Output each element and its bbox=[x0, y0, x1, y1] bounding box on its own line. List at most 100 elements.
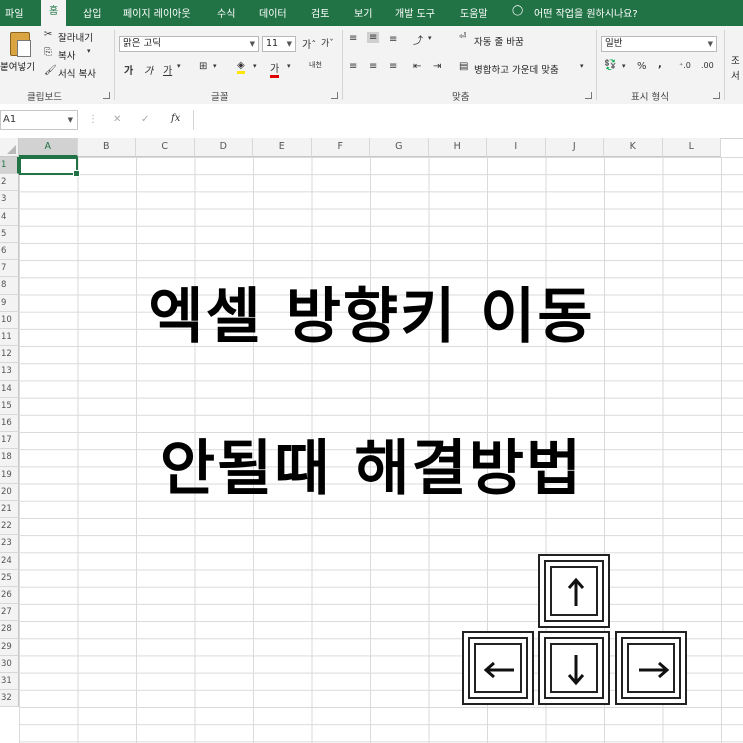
row-header[interactable]: 30 bbox=[0, 655, 19, 673]
row-header[interactable]: 26 bbox=[0, 587, 19, 605]
decrease-decimal-icon[interactable]: .00 bbox=[701, 61, 714, 70]
number-format-combo[interactable]: 일반 ▼ bbox=[601, 36, 717, 52]
orientation-icon[interactable]: ⤴ bbox=[413, 32, 423, 47]
row-header[interactable]: 25 bbox=[0, 569, 19, 587]
fill-color-icon[interactable]: ◈ bbox=[237, 60, 245, 74]
tab-insert[interactable]: 삽입 bbox=[83, 5, 101, 20]
conditional-format-button-line2: 서 bbox=[731, 71, 740, 82]
align-left-icon[interactable]: ≡ bbox=[349, 61, 357, 72]
fill-handle[interactable] bbox=[73, 170, 80, 177]
select-all-corner[interactable] bbox=[0, 138, 19, 157]
format-painter-button[interactable]: 서식 복사 bbox=[58, 66, 96, 80]
row-header[interactable]: 3 bbox=[0, 191, 19, 209]
row-header[interactable]: 31 bbox=[0, 673, 19, 691]
chevron-down-icon[interactable]: ▾ bbox=[580, 62, 584, 70]
column-header[interactable]: F bbox=[311, 138, 370, 157]
row-header[interactable]: 27 bbox=[0, 604, 19, 622]
row-header[interactable]: 28 bbox=[0, 621, 19, 639]
formula-input[interactable] bbox=[193, 110, 743, 130]
paste-button[interactable]: 붙여넣기 bbox=[0, 28, 38, 83]
column-header[interactable]: G bbox=[370, 138, 429, 157]
align-middle-icon[interactable]: ≡ bbox=[367, 32, 380, 43]
column-header[interactable]: J bbox=[545, 138, 604, 157]
insert-function-icon[interactable]: fx bbox=[171, 113, 180, 124]
conditional-format-button[interactable]: 조 bbox=[731, 53, 740, 67]
column-header[interactable]: H bbox=[428, 138, 487, 157]
decrease-indent-icon[interactable]: ⇤ bbox=[413, 61, 421, 72]
alignment-launcher-icon[interactable] bbox=[585, 92, 592, 99]
wrap-text-button[interactable]: 자동 줄 바꿈 bbox=[474, 34, 524, 48]
cancel-icon[interactable]: ✕ bbox=[113, 114, 121, 125]
chevron-down-icon[interactable]: ▾ bbox=[177, 62, 181, 70]
align-center-icon[interactable]: ≡ bbox=[369, 61, 377, 72]
row-header[interactable]: 13 bbox=[0, 363, 19, 381]
tab-review[interactable]: 검토 bbox=[311, 5, 329, 20]
column-header[interactable]: E bbox=[253, 138, 312, 157]
column-header[interactable]: D bbox=[194, 138, 253, 157]
chevron-down-icon[interactable]: ▾ bbox=[253, 62, 257, 70]
chevron-down-icon[interactable]: ▾ bbox=[213, 62, 217, 70]
font-launcher-icon[interactable] bbox=[331, 92, 338, 99]
tab-home[interactable]: 홈 bbox=[41, 0, 67, 26]
tab-file[interactable]: 파일 bbox=[5, 5, 23, 20]
tab-help[interactable]: 도움말 bbox=[460, 5, 488, 20]
align-top-icon[interactable]: ≡ bbox=[349, 33, 357, 44]
tab-page-layout[interactable]: 페이지 레이아웃 bbox=[123, 5, 191, 20]
align-bottom-icon[interactable]: ≡ bbox=[389, 34, 397, 45]
tab-view[interactable]: 보기 bbox=[354, 5, 372, 20]
tab-developer[interactable]: 개발 도구 bbox=[395, 5, 435, 20]
align-right-icon[interactable]: ≡ bbox=[389, 61, 397, 72]
row-header[interactable]: 23 bbox=[0, 535, 19, 553]
wrap-text-icon: ⏎ bbox=[459, 32, 467, 42]
merge-center-button[interactable]: 병합하고 가운데 맞춤 bbox=[474, 62, 559, 76]
row-header[interactable]: 4 bbox=[0, 208, 19, 226]
increase-font-icon[interactable]: 가ˆ bbox=[302, 36, 316, 51]
row-header[interactable]: 5 bbox=[0, 225, 19, 243]
row-header[interactable]: 14 bbox=[0, 380, 19, 398]
column-header[interactable]: A bbox=[19, 138, 78, 157]
font-name-combo[interactable]: 맑은 고딕 ▼ bbox=[119, 36, 259, 52]
name-box[interactable]: A1 ▼ bbox=[0, 110, 78, 130]
enter-icon[interactable]: ✓ bbox=[141, 114, 149, 125]
row-header[interactable]: 1 bbox=[0, 157, 19, 175]
chevron-down-icon[interactable]: ▾ bbox=[287, 62, 291, 70]
tab-formulas[interactable]: 수식 bbox=[217, 5, 235, 20]
phonetic-icon[interactable]: 내천 bbox=[309, 60, 322, 70]
italic-icon[interactable]: 가 bbox=[144, 62, 153, 77]
cut-button[interactable]: 잘라내기 bbox=[58, 30, 93, 44]
accounting-format-icon[interactable]: 💱 bbox=[604, 60, 616, 71]
tab-data[interactable]: 데이터 bbox=[259, 5, 287, 20]
percent-style-icon[interactable]: % bbox=[637, 61, 647, 72]
active-cell-a1[interactable] bbox=[19, 157, 80, 177]
font-size-combo[interactable]: 11 ▼ bbox=[262, 36, 296, 52]
bold-icon[interactable]: 가 bbox=[124, 62, 133, 77]
column-header[interactable]: C bbox=[136, 138, 195, 157]
group-divider bbox=[596, 30, 597, 100]
column-header[interactable]: I bbox=[487, 138, 546, 157]
font-color-icon[interactable]: 가 bbox=[270, 60, 280, 78]
number-launcher-icon[interactable] bbox=[713, 92, 720, 99]
copy-button[interactable]: 복사 bbox=[58, 48, 75, 62]
row-header[interactable]: 32 bbox=[0, 690, 19, 708]
row-header[interactable]: 2 bbox=[0, 174, 19, 192]
underline-icon[interactable]: 가 bbox=[163, 62, 172, 77]
row-header[interactable]: 22 bbox=[0, 518, 19, 536]
column-header[interactable]: B bbox=[77, 138, 136, 157]
chevron-down-icon[interactable]: ▾ bbox=[87, 47, 91, 55]
increase-indent-icon[interactable]: ⇥ bbox=[433, 61, 441, 72]
chevron-down-icon[interactable]: ▾ bbox=[428, 34, 432, 42]
row-header[interactable]: 6 bbox=[0, 243, 19, 261]
column-header[interactable]: L bbox=[662, 138, 721, 157]
tell-me-search[interactable]: 어떤 작업을 원하시나요? bbox=[534, 5, 638, 20]
row-header[interactable]: 29 bbox=[0, 638, 19, 656]
paste-label: 붙여넣기 bbox=[0, 62, 35, 73]
borders-icon[interactable]: ⊞ bbox=[199, 61, 207, 72]
comma-style-icon[interactable]: , bbox=[658, 59, 662, 70]
row-header[interactable]: 15 bbox=[0, 397, 19, 415]
chevron-down-icon[interactable]: ▾ bbox=[622, 62, 626, 70]
row-header[interactable]: 24 bbox=[0, 552, 19, 570]
clipboard-launcher-icon[interactable] bbox=[103, 92, 110, 99]
decrease-font-icon[interactable]: 가ˇ bbox=[321, 36, 334, 49]
increase-decimal-icon[interactable]: ⁺.0 bbox=[679, 61, 691, 70]
column-header[interactable]: K bbox=[604, 138, 663, 157]
